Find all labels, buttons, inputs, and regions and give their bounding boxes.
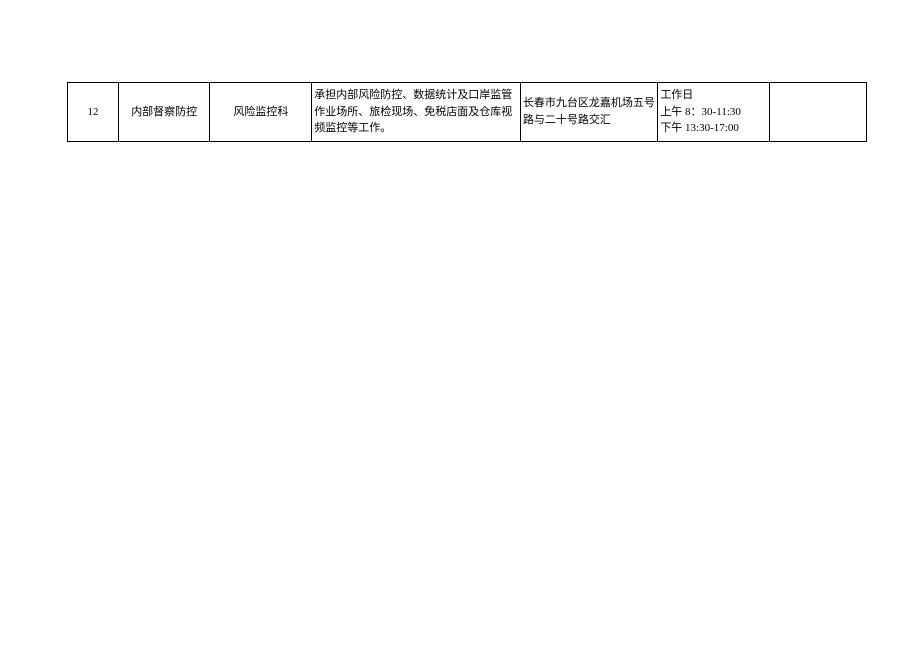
cell-department: 风险监控科 — [210, 83, 312, 142]
cell-category: 内部督察防控 — [118, 83, 210, 142]
table-container: 12 内部督察防控 风险监控科 承担内部风险防控、数据统计及口岸监管作业场所、旅… — [67, 82, 867, 142]
data-table: 12 内部督察防控 风险监控科 承担内部风险防控、数据统计及口岸监管作业场所、旅… — [67, 82, 867, 142]
time-line2: 上午 8：30-11:30 — [660, 106, 741, 118]
cell-address: 长春市九台区龙嘉机场五号路与二十号路交汇 — [520, 83, 657, 142]
cell-last — [770, 83, 867, 142]
time-line1: 工作日 — [660, 89, 693, 101]
cell-number: 12 — [68, 83, 119, 142]
table-row: 12 内部督察防控 风险监控科 承担内部风险防控、数据统计及口岸监管作业场所、旅… — [68, 83, 867, 142]
time-line3: 下午 13:30-17:00 — [660, 122, 739, 134]
cell-duty: 承担内部风险防控、数据统计及口岸监管作业场所、旅检现场、免税店面及仓库视频监控等… — [312, 83, 521, 142]
cell-time: 工作日上午 8：30-11:30 下午 13:30-17:00 — [658, 83, 770, 142]
